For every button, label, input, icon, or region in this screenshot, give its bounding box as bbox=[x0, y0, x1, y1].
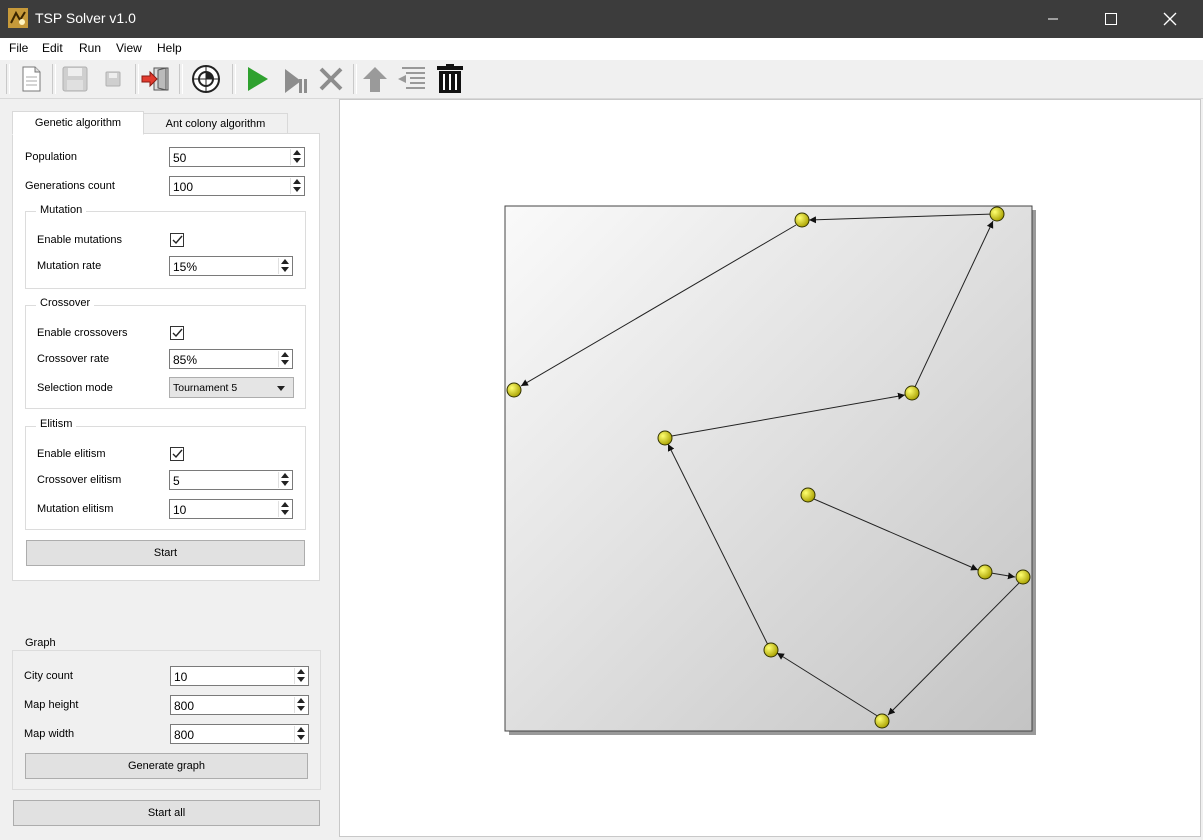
exit-icon[interactable] bbox=[140, 63, 172, 95]
selection-mode-dropdown[interactable]: Tournament 5 bbox=[169, 377, 294, 398]
crossover-elitism-value: 5 bbox=[173, 474, 180, 488]
toolbar-separator bbox=[179, 64, 183, 94]
map-width-label: Map width bbox=[24, 728, 75, 740]
map-height-value: 800 bbox=[174, 699, 195, 713]
map-height-spinbox[interactable]: 800 bbox=[170, 695, 309, 715]
map-width-value: 800 bbox=[174, 728, 195, 742]
population-value: 50 bbox=[173, 151, 187, 165]
save-icon[interactable] bbox=[59, 63, 91, 95]
window-title: TSP Solver v1.0 bbox=[35, 10, 136, 26]
mutation-rate-label: Mutation rate bbox=[37, 260, 102, 272]
menu-run[interactable]: Run bbox=[79, 41, 101, 55]
close-button[interactable] bbox=[1141, 0, 1199, 38]
crossover-elitism-label: Crossover elitism bbox=[37, 474, 122, 486]
mutation-rate-spinbox[interactable]: 15% bbox=[169, 256, 293, 276]
city-node[interactable] bbox=[977, 564, 993, 580]
start-button[interactable]: Start bbox=[26, 540, 305, 566]
spin-arrows-icon[interactable] bbox=[290, 149, 303, 165]
crossover-elitism-spinbox[interactable]: 5 bbox=[169, 470, 293, 490]
tab-ant-colony-algorithm[interactable]: Ant colony algorithm bbox=[143, 113, 288, 135]
spin-arrows-icon[interactable] bbox=[294, 697, 307, 713]
toolbar-separator bbox=[232, 64, 236, 94]
spin-arrows-icon[interactable] bbox=[278, 501, 291, 517]
chevron-down-icon bbox=[277, 386, 285, 391]
toolbar-separator bbox=[52, 64, 56, 94]
city-node[interactable] bbox=[506, 382, 522, 398]
spin-arrows-icon[interactable] bbox=[294, 726, 307, 742]
graph-canvas[interactable] bbox=[339, 99, 1201, 837]
mutation-rate-value: 15% bbox=[173, 260, 198, 274]
city-count-spinbox[interactable]: 10 bbox=[170, 666, 309, 686]
menu-edit[interactable]: Edit bbox=[42, 41, 63, 55]
elitism-group-title: Elitism bbox=[36, 418, 77, 430]
mutation-group bbox=[25, 211, 306, 289]
app-icon bbox=[8, 8, 28, 28]
generations-label: Generations count bbox=[25, 180, 115, 192]
map-width-spinbox[interactable]: 800 bbox=[170, 724, 309, 744]
crossover-rate-label: Crossover rate bbox=[37, 353, 110, 365]
city-count-label: City count bbox=[24, 670, 73, 682]
spin-arrows-icon[interactable] bbox=[278, 258, 291, 274]
enable-mutations-label: Enable mutations bbox=[37, 234, 122, 246]
toolbar-separator bbox=[135, 64, 139, 94]
crossover-group-title: Crossover bbox=[36, 297, 95, 309]
city-node[interactable] bbox=[989, 206, 1005, 222]
menu-view[interactable]: View bbox=[116, 41, 142, 55]
target-icon[interactable] bbox=[190, 63, 222, 95]
city-count-value: 10 bbox=[174, 670, 188, 684]
city-node[interactable] bbox=[904, 385, 920, 401]
toolbar bbox=[0, 60, 1203, 99]
map-height-label: Map height bbox=[24, 699, 79, 711]
start-all-button[interactable]: Start all bbox=[13, 800, 320, 826]
enable-crossovers-label: Enable crossovers bbox=[37, 327, 128, 339]
selection-mode-label: Selection mode bbox=[37, 382, 113, 394]
spin-arrows-icon[interactable] bbox=[278, 351, 291, 367]
menu-bar: File Edit Run View Help bbox=[0, 38, 1203, 60]
step-icon[interactable] bbox=[279, 63, 311, 95]
maximize-button[interactable] bbox=[1082, 0, 1140, 38]
enable-mutations-checkbox[interactable] bbox=[170, 233, 184, 247]
toolbar-separator bbox=[353, 64, 357, 94]
toolbar-separator bbox=[6, 64, 10, 94]
population-spinbox[interactable]: 50 bbox=[169, 147, 305, 167]
mutation-elitism-value: 10 bbox=[173, 503, 187, 517]
enable-crossovers-checkbox[interactable] bbox=[170, 326, 184, 340]
tab-genetic-algorithm[interactable]: Genetic algorithm bbox=[12, 111, 144, 135]
crossover-rate-spinbox[interactable]: 85% bbox=[169, 349, 293, 369]
play-icon[interactable] bbox=[241, 63, 273, 95]
graph-group-title: Graph bbox=[22, 637, 59, 649]
city-node[interactable] bbox=[763, 642, 779, 658]
city-node[interactable] bbox=[874, 713, 890, 729]
crossover-rate-value: 85% bbox=[173, 353, 198, 367]
spin-arrows-icon[interactable] bbox=[294, 668, 307, 684]
save-small-icon[interactable] bbox=[97, 63, 129, 95]
city-node[interactable] bbox=[657, 430, 673, 446]
city-node[interactable] bbox=[800, 487, 816, 503]
up-arrow-icon[interactable] bbox=[359, 63, 391, 95]
tsp-graph-view bbox=[504, 205, 1036, 735]
generations-spinbox[interactable]: 100 bbox=[169, 176, 305, 196]
spin-arrows-icon[interactable] bbox=[290, 178, 303, 194]
list-icon[interactable] bbox=[395, 63, 427, 95]
title-bar: TSP Solver v1.0 bbox=[0, 0, 1203, 38]
stop-icon[interactable] bbox=[315, 63, 347, 95]
selection-mode-value: Tournament 5 bbox=[173, 382, 238, 394]
enable-elitism-label: Enable elitism bbox=[37, 448, 106, 460]
city-node[interactable] bbox=[794, 212, 810, 228]
city-node[interactable] bbox=[1015, 569, 1031, 585]
population-label: Population bbox=[25, 151, 77, 163]
enable-elitism-checkbox[interactable] bbox=[170, 447, 184, 461]
minimize-button[interactable] bbox=[1024, 0, 1082, 38]
menu-help[interactable]: Help bbox=[157, 41, 182, 55]
trash-icon[interactable] bbox=[434, 63, 466, 95]
menu-file[interactable]: File bbox=[9, 41, 28, 55]
mutation-elitism-label: Mutation elitism bbox=[37, 503, 114, 515]
spin-arrows-icon[interactable] bbox=[278, 472, 291, 488]
mutation-elitism-spinbox[interactable]: 10 bbox=[169, 499, 293, 519]
new-document-icon[interactable] bbox=[15, 63, 47, 95]
generate-graph-button[interactable]: Generate graph bbox=[25, 753, 308, 779]
generations-value: 100 bbox=[173, 180, 194, 194]
mutation-group-title: Mutation bbox=[36, 204, 87, 216]
